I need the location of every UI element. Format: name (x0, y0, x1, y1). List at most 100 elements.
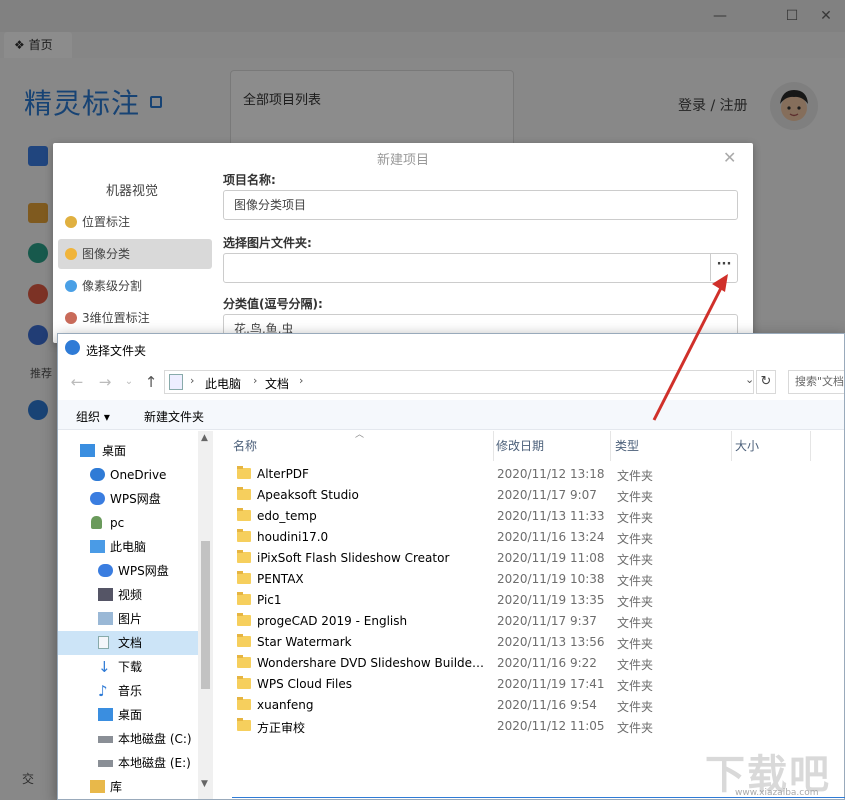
tree-item-label: 文档 (118, 636, 143, 650)
table-row[interactable]: progeCAD 2019 - English 2020/11/17 9:37 文件… (231, 611, 811, 632)
folder-icon (237, 508, 251, 521)
tree-item-label: 本地磁盘 (E:) (118, 756, 191, 770)
watermark-url: www.xiazaiba.com (735, 788, 819, 798)
column-header-size[interactable]: 大小 (735, 437, 759, 454)
file-name: Star Watermark (257, 635, 352, 649)
file-name: progeCAD 2019 - English (257, 614, 408, 628)
table-row[interactable]: Star Watermark 2020/11/13 13:56 文件夹 (231, 632, 811, 653)
column-header-date[interactable]: 修改日期 (496, 437, 544, 454)
pc-icon (169, 374, 183, 390)
table-row[interactable]: Pic1 2020/11/19 13:35 文件夹 (231, 590, 811, 611)
file-name: edo_temp (257, 509, 317, 523)
dialog-title: 选择文件夹 (86, 344, 147, 358)
file-name: xuanfeng (257, 698, 314, 712)
tree-item-label: 音乐 (118, 684, 143, 698)
table-row[interactable]: Wondershare DVD Slideshow Builder... 2020… (231, 653, 811, 674)
tree-item-label: OneDrive (110, 468, 167, 482)
scroll-up-icon[interactable]: ▲ (201, 433, 208, 443)
address-bar-row: ← → ⌄ ↑ › 此电脑 › 文档 › ⌄ ↻ 搜索"文档" (58, 367, 844, 397)
scroll-down-icon[interactable]: ▼ (201, 779, 208, 789)
address-bar[interactable]: › 此电脑 › 文档 › ⌄ (164, 370, 754, 394)
tree-item-documents[interactable]: 文档 (58, 631, 198, 655)
file-type: 文件夹 (617, 700, 654, 714)
breadcrumb-this-pc[interactable]: 此电脑 (205, 375, 241, 392)
file-date: 2020/11/13 13:56 (497, 635, 605, 649)
file-name: 方正审校 (257, 721, 306, 735)
category-item-position[interactable]: 位置标注 (58, 207, 212, 237)
category-item-3d-position[interactable]: 3维位置标注 (58, 303, 212, 333)
file-name: Pic1 (257, 593, 282, 607)
close-icon[interactable]: ✕ (723, 148, 736, 167)
file-name: PENTAX (257, 572, 304, 586)
chevron-down-icon[interactable]: ⌄ (745, 373, 754, 386)
table-row[interactable]: WPS Cloud Files 2020/11/19 17:41 文件夹 (231, 674, 811, 695)
file-type: 文件夹 (617, 553, 654, 567)
folder-icon (237, 571, 251, 584)
up-icon[interactable]: ↑ (142, 372, 160, 392)
refresh-button[interactable]: ↻ (756, 370, 776, 394)
file-date: 2020/11/17 9:07 (497, 488, 597, 502)
project-name-input[interactable]: 图像分类项目 (223, 190, 738, 220)
desktop-icon (98, 708, 113, 721)
table-row[interactable]: Apeaksoft Studio 2020/11/17 9:07 文件夹 (231, 485, 811, 506)
class-values-label: 分类值(逗号分隔): (223, 297, 323, 311)
cloud-icon (90, 468, 105, 481)
tree-item-label: 桌面 (118, 708, 143, 722)
file-date: 2020/11/12 13:18 (497, 467, 605, 481)
tree-item-label: 本地磁盘 (C:) (118, 732, 192, 746)
column-header-type[interactable]: 类型 (615, 437, 639, 454)
folder-input[interactable] (223, 253, 738, 283)
search-input[interactable]: 搜索"文档" (788, 370, 844, 394)
file-date: 2020/11/13 11:33 (497, 509, 605, 523)
file-name: Apeaksoft Studio (257, 488, 359, 502)
table-row[interactable]: xuanfeng 2020/11/16 9:54 文件夹 (231, 695, 811, 716)
scrollbar-thumb[interactable] (201, 541, 210, 689)
back-icon[interactable]: ← (68, 372, 86, 392)
new-folder-button[interactable]: 新建文件夹 (144, 408, 204, 425)
category-label: 3维位置标注 (82, 311, 150, 325)
video-icon (98, 588, 113, 601)
file-name: iPixSoft Flash Slideshow Creator (257, 551, 450, 565)
classification-icon (65, 248, 77, 260)
folder-icon (237, 655, 251, 668)
table-row[interactable]: edo_temp 2020/11/13 11:33 文件夹 (231, 506, 811, 527)
category-item-image-classification[interactable]: 图像分类 (58, 239, 212, 269)
file-date: 2020/11/16 13:24 (497, 530, 605, 544)
file-type: 文件夹 (617, 679, 654, 693)
music-icon: ♪ (98, 682, 108, 700)
nav-scrollbar[interactable]: ▲ ▼ (198, 431, 213, 799)
drive-icon (98, 760, 113, 767)
breadcrumb-documents[interactable]: 文档 (265, 375, 289, 392)
tree-item-label: 库 (110, 780, 123, 794)
picture-icon (98, 612, 113, 625)
folder-icon (237, 550, 251, 563)
table-row[interactable]: AlterPDF 2020/11/12 13:18 文件夹 (231, 464, 811, 485)
recent-dropdown-icon[interactable]: ⌄ (120, 372, 138, 392)
table-row[interactable]: 方正审校 2020/11/12 11:05 文件夹 (231, 716, 811, 737)
table-row[interactable]: iPixSoft Flash Slideshow Creator 2020/11/… (231, 548, 811, 569)
folder-icon (237, 613, 251, 626)
organize-button[interactable]: 组织 ▾ (76, 408, 110, 425)
segmentation-icon (65, 280, 77, 292)
table-row[interactable]: PENTAX 2020/11/19 10:38 文件夹 (231, 569, 811, 590)
category-label: 图像分类 (82, 247, 131, 261)
browse-folder-button[interactable]: ··· (710, 254, 737, 281)
folder-icon (237, 718, 251, 731)
folder-icon (237, 634, 251, 647)
folder-icon (237, 529, 251, 542)
folder-icon (237, 487, 251, 500)
category-label: 位置标注 (82, 215, 131, 229)
table-row[interactable]: houdini17.0 2020/11/16 13:24 文件夹 (231, 527, 811, 548)
file-type: 文件夹 (617, 658, 654, 672)
drive-icon (98, 736, 113, 743)
file-name: Wondershare DVD Slideshow Builder... (257, 656, 487, 670)
cloud-icon (90, 492, 105, 505)
dialog-title: 新建项目 (376, 153, 429, 168)
category-item-segmentation[interactable]: 像素级分割 (58, 271, 212, 301)
column-header-name[interactable]: 名称 (233, 437, 257, 454)
forward-icon[interactable]: → (96, 372, 114, 392)
file-date: 2020/11/16 9:22 (497, 656, 597, 670)
file-date: 2020/11/19 10:38 (497, 572, 605, 586)
tree-item-label: WPS网盘 (110, 492, 161, 506)
3d-icon (65, 312, 77, 324)
